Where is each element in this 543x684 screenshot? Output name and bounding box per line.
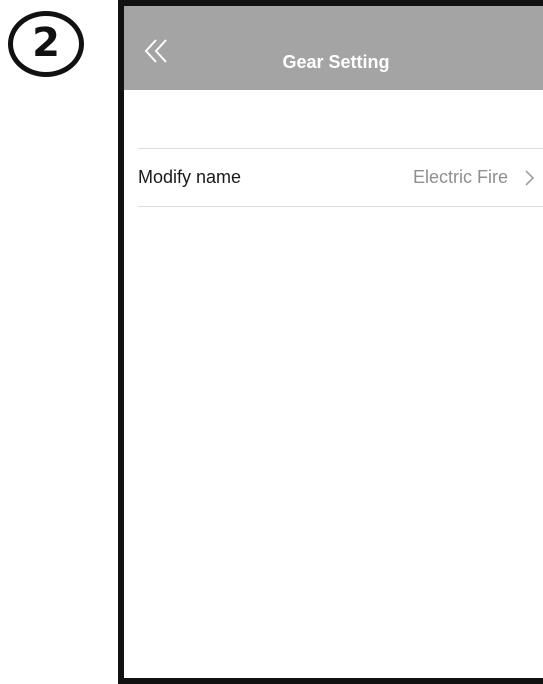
divider	[138, 206, 543, 207]
modify-name-label: Modify name	[138, 167, 242, 187]
modify-name-row[interactable]: Modify name Electric Fire	[138, 148, 543, 206]
step-number: 2	[32, 20, 60, 66]
step-number-badge: 2	[8, 11, 84, 77]
device-name-value: Electric Fire	[412, 167, 508, 187]
chevron-right-icon	[525, 170, 535, 186]
app-header: Gear Setting	[124, 6, 543, 90]
phone-screen: Gear Setting Modify name Electric Fire	[118, 0, 543, 684]
page-title: Gear Setting	[282, 52, 390, 72]
